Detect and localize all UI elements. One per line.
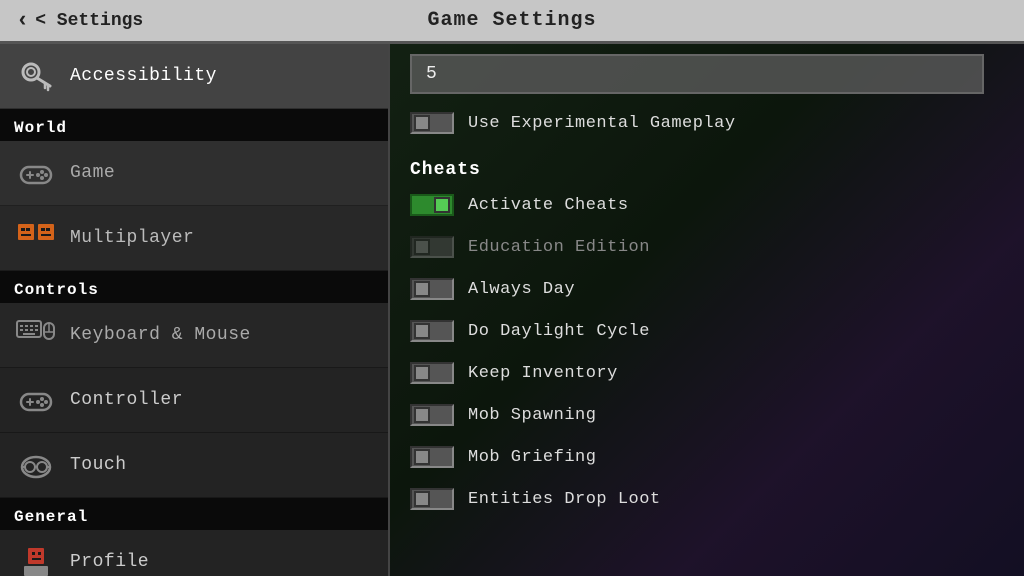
education-edition-label: Education Edition	[468, 238, 650, 257]
mob-spawning-toggle[interactable]	[410, 404, 454, 426]
daylight-cycle-knob	[414, 323, 430, 339]
always-day-row: Always Day	[410, 270, 1004, 308]
always-day-toggle[interactable]	[410, 278, 454, 300]
content-inner: 5 Use Experimental Gameplay Cheats Activ…	[390, 44, 1024, 532]
activate-cheats-row: Activate Cheats	[410, 186, 1004, 224]
always-day-knob	[414, 281, 430, 297]
mob-spawning-label: Mob Spawning	[468, 406, 596, 425]
key-icon	[16, 56, 56, 96]
accessibility-label: Accessibility	[70, 66, 217, 86]
entities-drop-loot-knob	[414, 491, 430, 507]
number-input[interactable]: 5	[410, 54, 984, 94]
sidebar-item-multiplayer[interactable]: Multiplayer	[0, 206, 388, 271]
daylight-cycle-label: Do Daylight Cycle	[468, 322, 650, 341]
education-edition-row: Education Edition	[410, 228, 1004, 266]
entities-drop-loot-toggle[interactable]	[410, 488, 454, 510]
mob-griefing-row: Mob Griefing	[410, 438, 1004, 476]
back-label: < Settings	[35, 11, 143, 31]
multiplayer-icon	[16, 218, 56, 258]
general-section-label: General	[0, 498, 388, 530]
mob-griefing-label: Mob Griefing	[468, 448, 596, 467]
content-area: 5 Use Experimental Gameplay Cheats Activ…	[390, 44, 1024, 576]
education-edition-knob	[414, 239, 430, 255]
main-container: Accessibility World Game	[0, 44, 1024, 576]
experimental-gameplay-label: Use Experimental Gameplay	[468, 114, 736, 133]
sidebar-item-accessibility[interactable]: Accessibility	[0, 44, 388, 109]
game-controller-icon	[16, 153, 56, 193]
activate-cheats-toggle[interactable]	[410, 194, 454, 216]
keep-inventory-row: Keep Inventory	[410, 354, 1004, 392]
activate-cheats-label: Activate Cheats	[468, 196, 629, 215]
education-edition-toggle[interactable]	[410, 236, 454, 258]
sidebar: Accessibility World Game	[0, 44, 390, 576]
mob-spawning-row: Mob Spawning	[410, 396, 1004, 434]
back-button[interactable]: ‹ < Settings	[0, 0, 159, 41]
profile-label: Profile	[70, 552, 149, 572]
world-section-label: World	[0, 109, 388, 141]
experimental-gameplay-toggle[interactable]	[410, 112, 454, 134]
touch-icon	[16, 445, 56, 485]
controller-icon	[16, 380, 56, 420]
sidebar-item-touch[interactable]: Touch	[0, 433, 388, 498]
always-day-label: Always Day	[468, 280, 575, 299]
sidebar-item-keyboard-mouse[interactable]: Keyboard & Mouse	[0, 303, 388, 368]
keep-inventory-knob	[414, 365, 430, 381]
mob-griefing-knob	[414, 449, 430, 465]
sidebar-item-controller[interactable]: Controller	[0, 368, 388, 433]
keep-inventory-toggle[interactable]	[410, 362, 454, 384]
keep-inventory-label: Keep Inventory	[468, 364, 618, 383]
experimental-gameplay-row: Use Experimental Gameplay	[410, 104, 1004, 142]
toggle-knob	[414, 115, 430, 131]
activate-cheats-knob	[434, 197, 450, 213]
daylight-cycle-toggle[interactable]	[410, 320, 454, 342]
sidebar-item-game[interactable]: Game	[0, 141, 388, 206]
entities-drop-loot-row: Entities Drop Loot	[410, 480, 1004, 518]
game-label: Game	[70, 163, 115, 183]
mob-spawning-knob	[414, 407, 430, 423]
page-title: Game Settings	[427, 9, 596, 32]
daylight-cycle-row: Do Daylight Cycle	[410, 312, 1004, 350]
controller-label: Controller	[70, 390, 183, 410]
cheats-section-label: Cheats	[410, 150, 1004, 186]
keyboard-mouse-icon	[16, 315, 56, 355]
keyboard-mouse-label: Keyboard & Mouse	[70, 325, 251, 345]
sidebar-item-profile[interactable]: Profile	[0, 530, 388, 576]
title-bar: ‹ < Settings Game Settings	[0, 0, 1024, 44]
multiplayer-label: Multiplayer	[70, 228, 194, 248]
controls-section-label: Controls	[0, 271, 388, 303]
back-chevron-icon: ‹	[16, 8, 29, 33]
mob-griefing-toggle[interactable]	[410, 446, 454, 468]
touch-label: Touch	[70, 455, 127, 475]
profile-icon	[16, 542, 56, 576]
entities-drop-loot-label: Entities Drop Loot	[468, 490, 661, 509]
